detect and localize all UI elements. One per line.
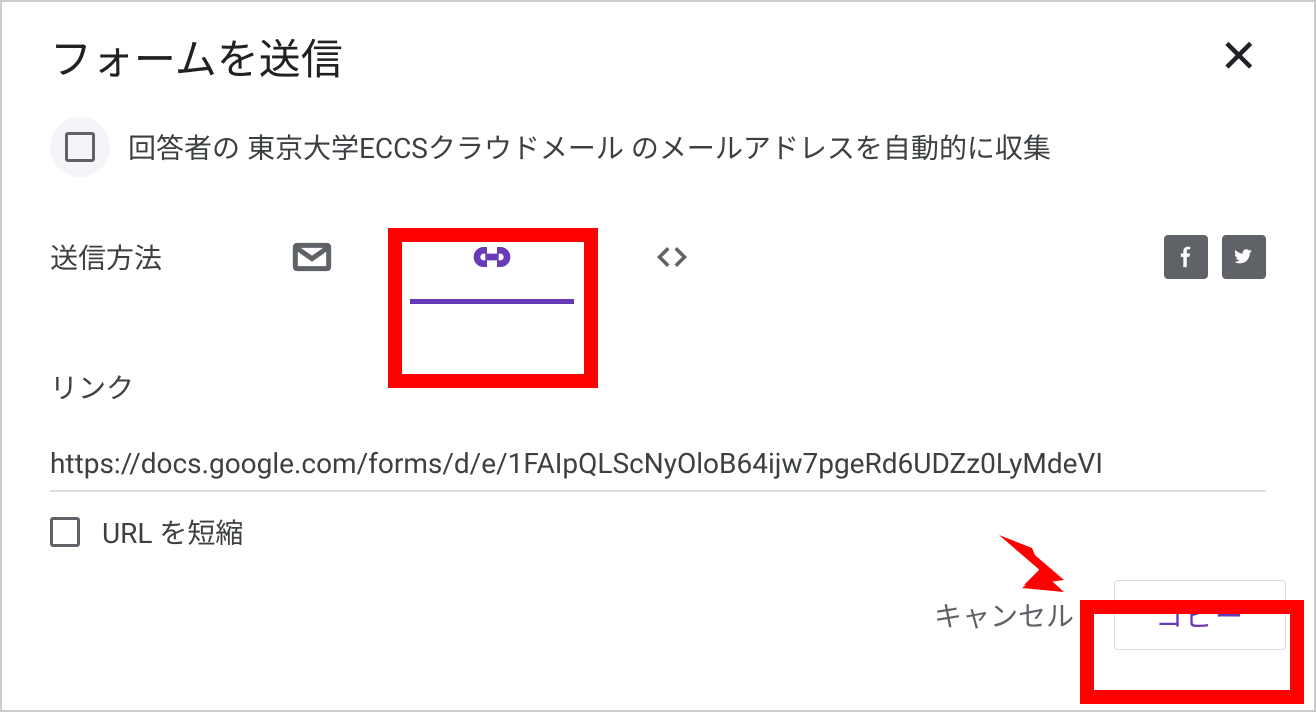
dialog-actions: キャンセル コピー	[2, 572, 1314, 670]
send-method-label: 送信方法	[50, 237, 162, 277]
tab-embed[interactable]	[582, 202, 762, 312]
collect-email-label: 回答者の 東京大学ECCSクラウドメール のメールアドレスを自動的に収集	[128, 127, 1051, 167]
twitter-icon	[1232, 245, 1256, 269]
dialog-title: フォームを送信	[50, 26, 343, 87]
link-url-field[interactable]: https://docs.google.com/forms/d/e/1FAIpQ…	[50, 447, 1266, 492]
cancel-button[interactable]: キャンセル	[914, 581, 1094, 649]
link-section-title: リンク	[50, 367, 1266, 407]
social-share-buttons	[1164, 235, 1266, 279]
mail-icon	[292, 237, 332, 277]
collect-email-row: 回答者の 東京大学ECCSクラウドメール のメールアドレスを自動的に収集	[2, 107, 1314, 197]
send-form-dialog: フォームを送信 ✕ 回答者の 東京大学ECCSクラウドメール のメールアドレスを…	[0, 0, 1316, 712]
link-section: リンク https://docs.google.com/forms/d/e/1F…	[2, 317, 1314, 492]
embed-icon	[652, 237, 692, 277]
shorten-url-label: URL を短縮	[102, 512, 243, 552]
send-method-tabs: 送信方法	[2, 197, 1314, 317]
tab-link[interactable]	[402, 202, 582, 312]
close-button[interactable]: ✕	[1211, 30, 1266, 84]
twitter-share-button[interactable]	[1222, 235, 1266, 279]
copy-button[interactable]: コピー	[1114, 580, 1286, 650]
shorten-url-checkbox[interactable]	[50, 517, 80, 547]
facebook-share-button[interactable]	[1164, 235, 1208, 279]
dialog-header: フォームを送信 ✕	[2, 2, 1314, 107]
collect-email-checkbox-wrap	[50, 117, 110, 177]
tab-email[interactable]	[222, 202, 402, 312]
facebook-icon	[1174, 245, 1198, 269]
collect-email-checkbox[interactable]	[65, 132, 95, 162]
shorten-url-row: URL を短縮	[2, 492, 1314, 572]
link-icon	[472, 237, 512, 277]
